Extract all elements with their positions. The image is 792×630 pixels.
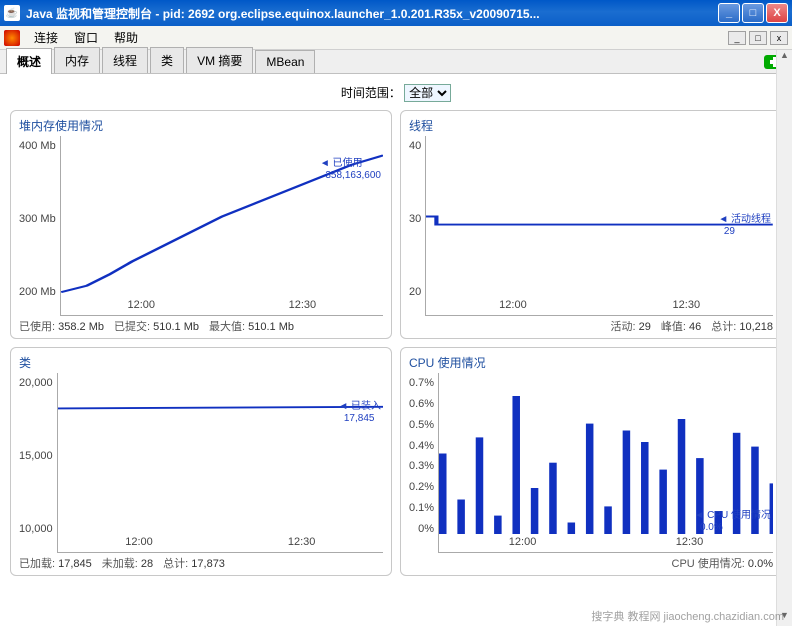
threads-yaxis: 403020 [409, 136, 425, 316]
tab-overview[interactable]: 概述 [6, 48, 52, 74]
panel-classes-title: 类 [19, 354, 383, 371]
heap-stats: 已使用: 358.2 Mb 已提交: 510.1 Mb 最大值: 510.1 M… [19, 318, 383, 334]
title-bar: ☕ Java 监视和管理控制台 - pid: 2692 org.eclipse.… [0, 0, 792, 26]
cpu-yaxis: 0.7%0.6%0.5%0.4%0.3%0.2%0.1%0% [409, 373, 438, 553]
scroll-up-icon[interactable]: ▲ [780, 50, 789, 66]
classes-yaxis: 20,00015,00010,000 [19, 373, 57, 553]
minimize-button[interactable]: _ [718, 3, 740, 23]
panel-classes: 类 20,00015,00010,000 ◄ 已装入 17,845 12:001… [10, 347, 392, 576]
cpu-legend: ◄ CPU 使用情况 0.0% [694, 510, 771, 534]
cpu-plot[interactable]: ◄ CPU 使用情况 0.0% 12:0012:30 [438, 373, 773, 553]
tab-vm-summary[interactable]: VM 摘要 [186, 47, 253, 73]
panel-threads: 线程 403020 ◄ 活动线程 29 12:0012:30 活动: 29 峰值… [400, 110, 782, 339]
inner-minimize-button[interactable]: _ [728, 31, 746, 45]
heap-yaxis: 400 Mb300 Mb200 Mb [19, 136, 60, 316]
tab-bar: 概述 内存 线程 类 VM 摘要 MBean [0, 50, 792, 74]
close-button[interactable]: X [766, 3, 788, 23]
timerange-label: 时间范围： [341, 86, 401, 100]
panel-cpu-title: CPU 使用情况 [409, 354, 773, 371]
panel-heap-title: 堆内存使用情况 [19, 117, 383, 134]
tab-threads[interactable]: 线程 [102, 47, 148, 73]
tab-classes[interactable]: 类 [150, 47, 184, 73]
cpu-stats: CPU 使用情况: 0.0% [409, 555, 773, 571]
timerange-row: 时间范围： 全部 [10, 84, 782, 102]
content-area: 时间范围： 全部 堆内存使用情况 400 Mb300 Mb200 Mb ◄ 已使… [0, 74, 792, 582]
tab-mbean[interactable]: MBean [255, 50, 315, 73]
window-title: Java 监视和管理控制台 - pid: 2692 org.eclipse.eq… [26, 5, 718, 22]
menu-connect[interactable]: 连接 [26, 26, 66, 49]
threads-legend: ◄ 活动线程 29 [718, 214, 771, 238]
maximize-button[interactable]: □ [742, 3, 764, 23]
inner-restore-button[interactable]: □ [749, 31, 767, 45]
classes-plot[interactable]: ◄ 已装入 17,845 12:0012:30 [57, 373, 383, 553]
java-icon: ☕ [4, 5, 20, 21]
java-app-icon [4, 30, 20, 46]
panel-cpu: CPU 使用情况 0.7%0.6%0.5%0.4%0.3%0.2%0.1%0% … [400, 347, 782, 576]
timerange-select[interactable]: 全部 [404, 84, 451, 102]
threads-stats: 活动: 29 峰值: 46 总计: 10,218 [409, 318, 773, 334]
menu-help[interactable]: 帮助 [106, 26, 146, 49]
classes-legend: ◄ 已装入 17,845 [338, 401, 381, 425]
threads-plot[interactable]: ◄ 活动线程 29 12:0012:30 [425, 136, 773, 316]
panel-threads-title: 线程 [409, 117, 773, 134]
vertical-scrollbar[interactable]: ▲ ▼ [776, 50, 792, 626]
classes-stats: 已加载: 17,845 未加载: 28 总计: 17,873 [19, 555, 383, 571]
heap-plot[interactable]: ◄ 已使用 358,163,600 12:0012:30 [60, 136, 383, 316]
inner-close-button[interactable]: x [770, 31, 788, 45]
menu-window[interactable]: 窗口 [66, 26, 106, 49]
watermark: 搜字典 教程网 jiaocheng.chazidian.com [591, 608, 784, 624]
tab-memory[interactable]: 内存 [54, 47, 100, 73]
heap-legend: ◄ 已使用 358,163,600 [320, 158, 381, 182]
panel-heap: 堆内存使用情况 400 Mb300 Mb200 Mb ◄ 已使用 358,163… [10, 110, 392, 339]
